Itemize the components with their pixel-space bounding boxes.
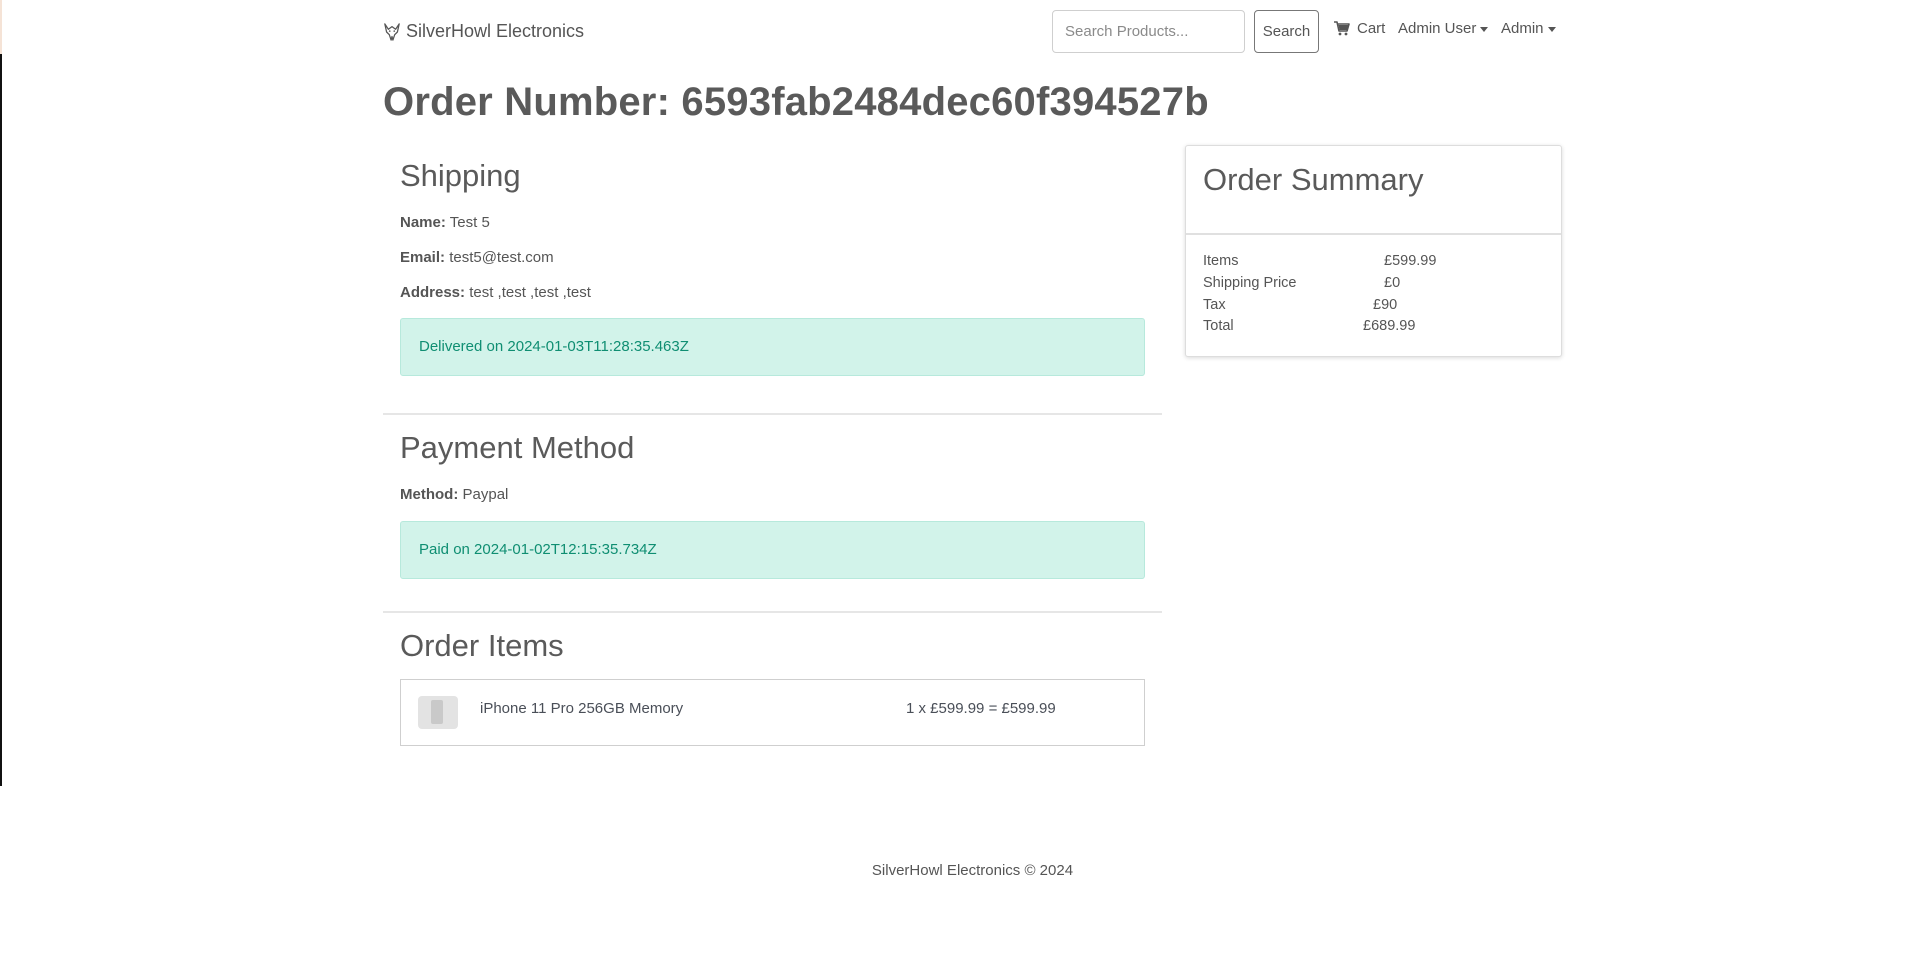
- caret-down-icon: [1480, 27, 1489, 32]
- payment-section: Payment Method Method: Paypal Paid on 20…: [383, 430, 1162, 579]
- footer-copyright: SilverHowl Electronics © 2024: [871, 862, 1074, 879]
- divider: [1186, 233, 1561, 235]
- left-edge-strip-top: [0, 0, 2, 54]
- page-title: Order Number: 6593fab2484dec60f394527b: [383, 80, 1209, 124]
- summary-total-value: £689.99: [1363, 318, 1416, 334]
- delivery-status-alert: Delivered on 2024-01-03T11:28:35.463Z: [400, 318, 1145, 376]
- payment-heading: Payment Method: [400, 430, 635, 465]
- admin-menu-label: Admin: [1501, 20, 1544, 37]
- navbar: SilverHowl Electronics Search Cart Admin…: [383, 10, 1560, 54]
- search-input[interactable]: [1052, 10, 1245, 53]
- admin-menu-dropdown[interactable]: Admin: [1501, 20, 1556, 37]
- shipping-name-label: Name:: [400, 214, 446, 231]
- summary-items-label: Items: [1203, 253, 1239, 269]
- summary-shipping-value: £0: [1384, 275, 1401, 291]
- summary-tax-label: Tax: [1203, 297, 1226, 313]
- search-button[interactable]: Search: [1254, 10, 1319, 53]
- divider: [383, 611, 1162, 613]
- brand-link[interactable]: SilverHowl Electronics: [383, 21, 584, 42]
- left-edge-strip: [0, 0, 2, 786]
- payment-method-label: Method:: [400, 486, 459, 503]
- user-menu-label: Admin User: [1398, 20, 1477, 37]
- product-link[interactable]: iPhone 11 Pro 256GB Memory: [480, 700, 683, 717]
- cart-label: Cart: [1357, 20, 1386, 37]
- order-items-section: Order Items iPhone 11 Pro 256GB Memory 1…: [383, 628, 1162, 746]
- item-price-line: 1 x £599.99 = £599.99: [906, 700, 1056, 717]
- order-items-list: iPhone 11 Pro 256GB Memory 1 x £599.99 =…: [400, 679, 1145, 746]
- order-summary-heading: Order Summary: [1203, 162, 1424, 197]
- wolf-logo-icon: [384, 22, 400, 41]
- shipping-email-value: test5@test.com: [449, 249, 554, 266]
- order-items-heading: Order Items: [400, 628, 564, 663]
- payment-status-alert: Paid on 2024-01-02T12:15:35.734Z: [400, 521, 1145, 579]
- shipping-heading: Shipping: [400, 158, 521, 193]
- caret-down-icon: [1547, 27, 1556, 32]
- divider: [383, 413, 1162, 415]
- summary-items-value: £599.99: [1384, 253, 1437, 269]
- shipping-address-value: test ,test ,test ,test: [469, 284, 591, 301]
- shipping-section: Shipping Name: Test 5 Email: test5@test.…: [383, 158, 1162, 376]
- shipping-email: Email: test5@test.com: [400, 249, 1162, 266]
- shipping-address: Address: test ,test ,test ,test: [400, 284, 1162, 301]
- user-menu-dropdown[interactable]: Admin User: [1398, 20, 1489, 37]
- shipping-email-label: Email:: [400, 249, 446, 266]
- cart-icon: [1334, 21, 1350, 36]
- summary-shipping-label: Shipping Price: [1203, 275, 1297, 291]
- summary-tax-value: £90: [1373, 297, 1398, 313]
- cart-link[interactable]: Cart: [1334, 20, 1385, 37]
- payment-method-value: Paypal: [462, 486, 509, 503]
- shipping-name: Name: Test 5: [400, 214, 1162, 231]
- phone-icon: [431, 700, 443, 724]
- brand-name: SilverHowl Electronics: [406, 21, 585, 41]
- payment-method: Method: Paypal: [400, 486, 1162, 503]
- shipping-address-label: Address:: [400, 284, 466, 301]
- order-summary-card: Order Summary Items £599.99 Shipping Pri…: [1185, 145, 1562, 357]
- summary-total-label: Total: [1203, 318, 1234, 334]
- shipping-name-value: Test 5: [449, 214, 490, 231]
